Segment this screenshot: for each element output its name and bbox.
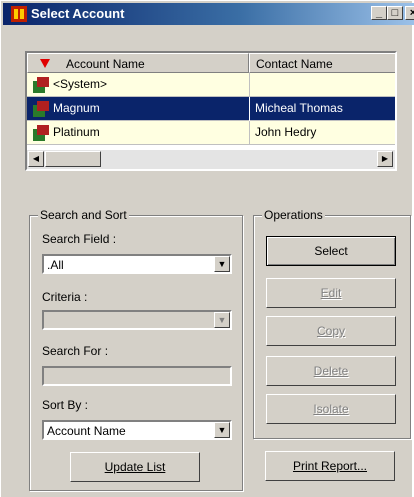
print-report-label: Print Report... — [292, 459, 368, 473]
close-button[interactable]: × — [405, 6, 414, 20]
search-field-select[interactable]: .All ▼ — [42, 254, 232, 274]
table-row[interactable]: Magnum Micheal Thomas — [27, 97, 395, 121]
sort-by-select[interactable]: Account Name ▼ — [42, 420, 232, 440]
contact-name-cell: John Hedry — [255, 125, 317, 139]
update-list-label: Update List — [104, 460, 166, 474]
search-field-value: .All — [47, 258, 64, 272]
column-header-label: Contact Name — [256, 57, 333, 71]
contact-name-cell: Micheal Thomas — [255, 101, 343, 115]
account-icon — [33, 101, 49, 117]
isolate-label: Isolate — [313, 402, 349, 416]
chevron-down-icon[interactable]: ▼ — [214, 256, 230, 272]
edit-button[interactable]: Edit — [266, 278, 396, 308]
copy-label: Copy — [316, 324, 345, 338]
account-name-cell: <System> — [53, 77, 108, 91]
maximize-button[interactable]: □ — [387, 6, 403, 20]
print-report-button[interactable]: Print Report... — [265, 451, 395, 481]
account-name-cell: Platinum — [53, 125, 100, 139]
search-field-label: Search Field : — [42, 232, 117, 246]
search-and-sort-group: Search and Sort Search Field : .All ▼ Cr… — [29, 208, 243, 491]
group-legend: Search and Sort — [38, 208, 129, 222]
column-divider — [249, 97, 250, 121]
account-name-cell: Magnum — [53, 101, 100, 115]
title-bar[interactable]: Select Account _ □ × — [3, 3, 414, 25]
scroll-right-icon[interactable]: ▶ — [377, 151, 393, 167]
search-for-input[interactable] — [42, 366, 232, 386]
account-icon — [11, 6, 27, 22]
criteria-label: Criteria : — [42, 290, 88, 304]
scroll-left-icon[interactable]: ◀ — [28, 151, 44, 167]
column-header-label: Account Name — [66, 57, 145, 71]
table-row[interactable]: <System> — [27, 73, 395, 97]
window-title: Select Account — [31, 6, 125, 21]
search-for-label: Search For : — [42, 344, 109, 358]
operations-group: Operations Select Edit Copy Delete Isola… — [253, 208, 411, 439]
column-header-contact-name[interactable]: Contact Name — [249, 53, 395, 73]
group-legend: Operations — [262, 208, 325, 222]
minimize-button[interactable]: _ — [371, 6, 387, 20]
delete-button[interactable]: Delete — [266, 356, 396, 386]
account-icon — [33, 125, 49, 141]
criteria-select[interactable]: ▼ — [42, 310, 232, 330]
select-button[interactable]: Select — [266, 236, 396, 266]
column-divider — [249, 73, 250, 97]
sort-by-label: Sort By : — [42, 398, 89, 412]
column-header-account-name[interactable]: Account Name — [27, 53, 249, 73]
select-account-window: Select Account _ □ × Account Name Contac… — [0, 0, 414, 497]
sort-by-value: Account Name — [47, 424, 126, 438]
horizontal-scrollbar[interactable]: ◀ ▶ — [27, 150, 395, 169]
sort-desc-icon — [40, 59, 50, 68]
table-row[interactable]: Platinum John Hedry — [27, 121, 395, 145]
account-icon — [33, 77, 49, 93]
scrollbar-thumb[interactable] — [45, 151, 101, 167]
copy-button[interactable]: Copy — [266, 316, 396, 346]
isolate-button[interactable]: Isolate — [266, 394, 396, 424]
column-divider — [249, 121, 250, 145]
chevron-down-icon[interactable]: ▼ — [214, 422, 230, 438]
select-label: Select — [314, 244, 348, 258]
edit-label: Edit — [320, 286, 342, 300]
delete-label: Delete — [313, 364, 349, 378]
accounts-grid[interactable]: Account Name Contact Name <System> Magnu… — [25, 51, 397, 171]
chevron-down-icon[interactable]: ▼ — [214, 312, 230, 328]
update-list-button[interactable]: Update List — [70, 452, 200, 482]
